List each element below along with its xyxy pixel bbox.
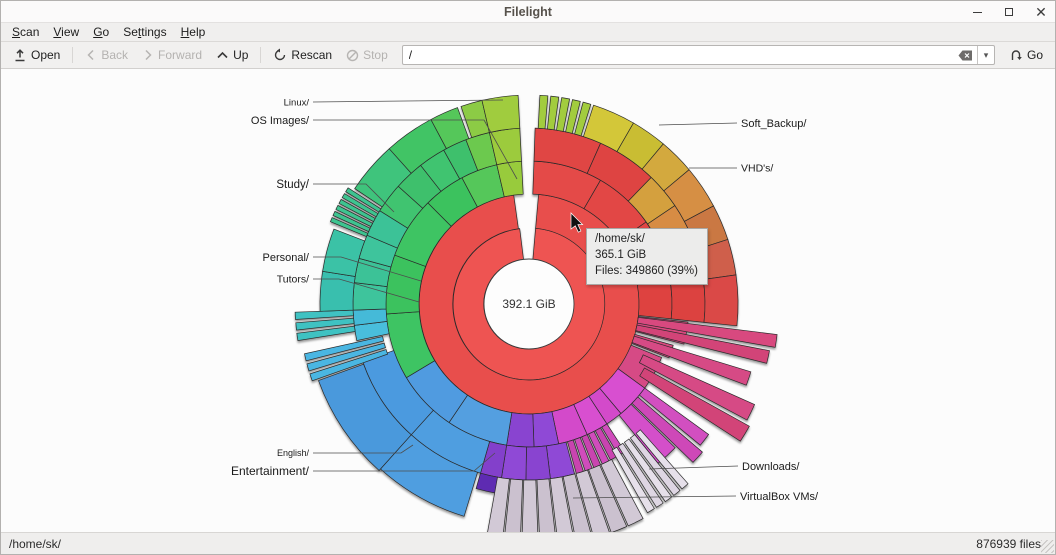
toolbar-separator [260,47,261,63]
up-button[interactable]: Up [210,45,254,65]
tooltip-size: 365.1 GiB [595,248,698,264]
status-file-count: 876939 files [976,537,1041,551]
directory-label: Soft_Backup/ [741,118,807,130]
maximize-icon [1005,8,1013,16]
menu-help[interactable]: Help [174,24,213,40]
directory-label: Linux/ [284,97,310,108]
menu-settings[interactable]: Settings [116,24,173,40]
menu-view[interactable]: View [46,24,86,40]
forward-button[interactable]: Forward [136,45,208,65]
directory-label: OS Images/ [251,115,310,127]
menu-scan[interactable]: Scan [5,24,46,40]
tooltip-files: Files: 349860 (39%) [595,264,698,280]
directory-label: VirtualBox VMs/ [740,491,819,503]
status-path: /home/sk/ [9,537,61,551]
directory-label: Tutors/ [277,274,309,286]
sunburst-segments [295,95,777,532]
stop-icon [346,49,359,62]
close-icon: ✕ [1035,5,1047,19]
chart-segment[interactable] [703,275,738,326]
chart-segment[interactable] [320,271,355,311]
forward-icon [142,49,154,61]
location-input[interactable] [403,48,955,62]
directory-label: Entertainment/ [231,464,310,478]
chart-segment[interactable] [522,480,539,532]
back-button[interactable]: Back [79,45,134,65]
go-button[interactable]: Go [1003,45,1049,65]
titlebar[interactable]: Filelight ✕ [1,1,1055,23]
label-leader-line [659,123,737,125]
label-leader-line [313,100,503,102]
radial-map-view: 392.1 GiB Linux/OS Images/Study/Personal/… [1,69,1055,532]
open-button[interactable]: Open [7,45,66,65]
rescan-button[interactable]: Rescan [267,45,338,65]
close-button[interactable]: ✕ [1033,4,1049,20]
toolbar: Open Back Forward Up Rescan Stop [1,42,1055,69]
directory-label: Personal/ [263,252,310,264]
label-leader-line [649,466,738,469]
filelight-window: Filelight ✕ Scan View Go Settings Help O… [0,0,1056,555]
statusbar: /home/sk/ 876939 files [1,532,1055,554]
open-icon [13,48,27,62]
total-size-label: 392.1 GiB [502,297,555,311]
toolbar-separator [72,47,73,63]
tooltip-path: /home/sk/ [595,232,698,248]
directory-label: English/ [277,448,310,458]
clear-backspace-icon [958,50,973,61]
chart-segment[interactable] [353,283,387,311]
directory-label: VHD's/ [741,163,773,175]
directory-label: Downloads/ [742,461,800,473]
window-controls: ✕ [969,1,1049,23]
minimize-button[interactable] [969,4,985,20]
go-jump-icon [1009,48,1023,62]
chart-segment[interactable] [637,279,672,319]
minimize-icon [973,12,982,13]
location-bar: ▾ [402,45,995,65]
resize-grip[interactable] [1041,540,1054,553]
stop-button[interactable]: Stop [340,45,394,65]
maximize-button[interactable] [1001,4,1017,20]
chart-segment[interactable] [295,310,353,319]
radial-map-chart: 392.1 GiB Linux/OS Images/Study/Personal/… [1,69,1055,532]
up-icon [216,49,229,61]
clear-location-button[interactable] [955,46,977,64]
menubar: Scan View Go Settings Help [1,23,1055,42]
location-dropdown-button[interactable]: ▾ [977,46,994,64]
directory-label: Study/ [276,179,309,191]
chart-segment[interactable] [538,95,548,128]
tooltip: /home/sk/ 365.1 GiB Files: 349860 (39%) [586,228,708,285]
menu-go[interactable]: Go [86,24,116,40]
window-title: Filelight [504,5,552,19]
back-icon [85,49,97,61]
rescan-icon [273,48,287,62]
chart-segment[interactable] [526,446,551,480]
